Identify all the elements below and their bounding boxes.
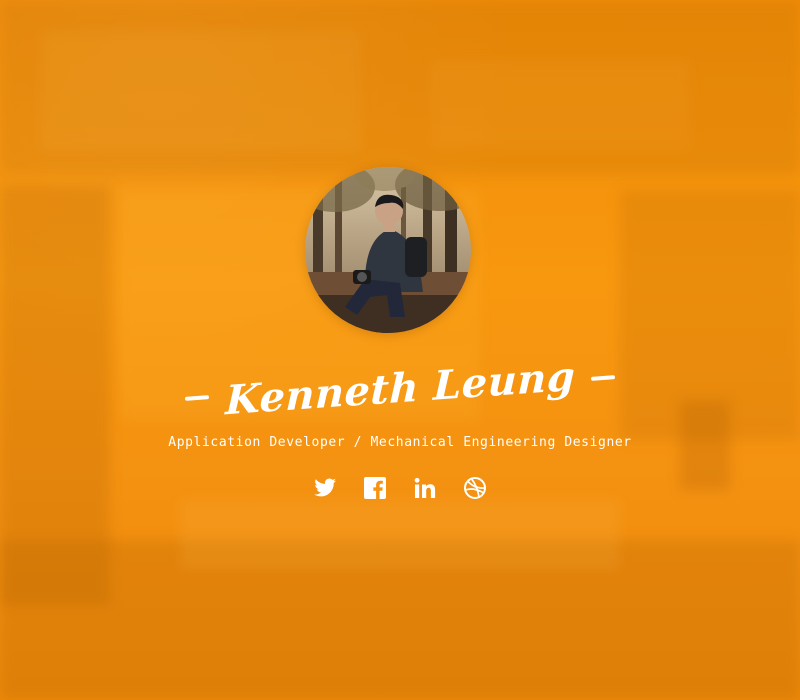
dribbble-icon <box>464 477 486 499</box>
facebook-link[interactable] <box>363 476 387 500</box>
profile-name: Kenneth Leung <box>224 352 576 424</box>
hero-section: Kenneth Leung Application Developer / Me… <box>0 0 800 700</box>
twitter-icon <box>314 478 336 497</box>
name-heading: Kenneth Leung <box>0 352 800 424</box>
avatar <box>305 167 471 333</box>
profile-subtitle: Application Developer / Mechanical Engin… <box>168 435 632 450</box>
dribbble-link[interactable] <box>463 476 487 500</box>
linkedin-icon <box>414 477 436 498</box>
twitter-link[interactable] <box>313 476 337 500</box>
dash-left-decoration <box>184 395 209 401</box>
dash-right-decoration <box>591 375 616 381</box>
facebook-icon <box>364 477 386 499</box>
linkedin-link[interactable] <box>413 476 437 500</box>
social-links <box>0 476 800 500</box>
